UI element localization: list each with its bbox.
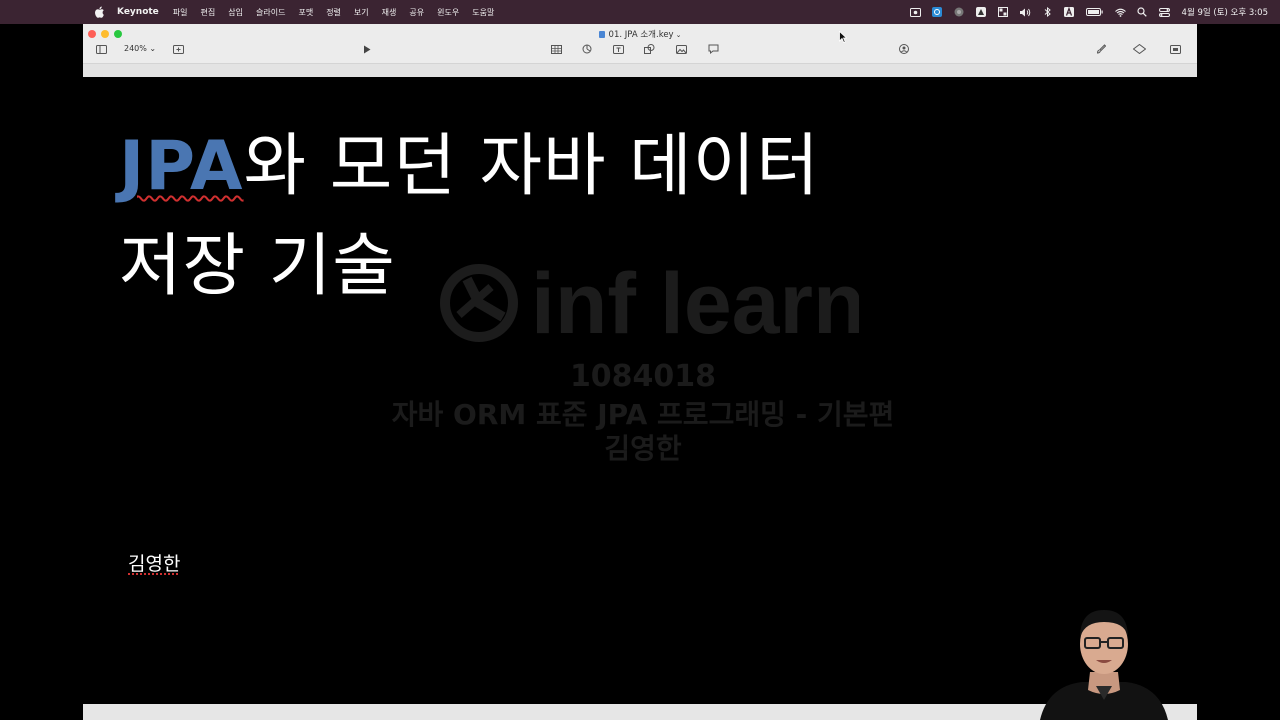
table-insert-button[interactable] [550,43,562,55]
text-insert-button[interactable] [612,43,624,55]
sidebar-toggle-button[interactable] [95,43,107,55]
document-title[interactable]: 01. JPA 소개.key ⌄ [83,28,1197,40]
media-insert-button[interactable] [675,43,687,55]
keynote-document-icon [598,31,605,38]
format-paintbrush-button[interactable] [1095,43,1107,55]
menu-arrange[interactable]: 정렬 [326,7,341,18]
play-button[interactable] [361,43,373,55]
menu-window[interactable]: 윈도우 [437,7,459,18]
screen: Keynote 파일 편집 삽입 슬라이드 포맷 정렬 보기 재생 공유 윈도우… [0,0,1280,720]
status-area: 4월 9일 (토) 오후 3:05 [899,0,1268,24]
control-center-icon[interactable] [1158,7,1170,18]
presenter-webcam-overlay [1040,610,1168,720]
animate-button[interactable] [1132,43,1146,55]
chevron-down-icon: ⌄ [149,44,157,53]
screen-record-icon[interactable] [909,7,921,18]
mouse-cursor-icon [839,31,847,43]
chevron-down-icon: ⌄ [675,31,682,39]
document-inspector-button[interactable] [1169,43,1181,55]
add-slide-button[interactable] [172,43,184,55]
menu-slide[interactable]: 슬라이드 [256,7,285,18]
menu-view[interactable]: 보기 [354,7,369,18]
globe-icon[interactable] [954,7,965,18]
chart-insert-button[interactable] [581,43,593,55]
window-bottom-bar [83,704,1197,720]
app-name-menu[interactable]: Keynote [117,7,159,17]
menu-bar: Keynote 파일 편집 삽입 슬라이드 포맷 정렬 보기 재생 공유 윈도우… [0,0,1280,24]
menu-file[interactable]: 파일 [173,7,188,18]
triangle-app-icon[interactable] [976,7,987,18]
slide-author[interactable]: 김영한 [128,549,180,576]
input-source-icon[interactable] [1064,7,1075,18]
slide-canvas[interactable]: inf learn 1084018 자바 ORM 표준 JPA 프로그래밍 - … [83,77,1197,704]
menu-clock[interactable]: 4월 9일 (토) 오후 3:05 [1182,6,1268,18]
menu-list: 파일 편집 삽입 슬라이드 포맷 정렬 보기 재생 공유 윈도우 도움말 [173,7,508,18]
keynote-window: 01. JPA 소개.key ⌄ 240% ⌄ inf learn 108401… [83,24,1197,720]
window-toolbar: 01. JPA 소개.key ⌄ 240% ⌄ [83,24,1197,64]
collaborate-button[interactable] [898,43,910,55]
menu-help[interactable]: 도움말 [472,7,494,18]
title-line-1: JPA와 모던 자바 데이터 [119,117,919,217]
menu-share[interactable]: 공유 [409,7,424,18]
menu-edit[interactable]: 편집 [201,7,216,18]
zoom-select[interactable]: 240% ⌄ [124,44,156,53]
spotlight-search-icon[interactable] [1137,7,1148,18]
shape-insert-button[interactable] [643,43,655,55]
author-name: 김영한 [128,553,181,575]
title-rest: 와 모던 자바 데이터 [243,127,820,206]
document-title-text: 01. JPA 소개.key [608,30,674,40]
slide-ruler-bar [83,64,1197,77]
menu-play[interactable]: 재생 [382,7,397,18]
battery-icon[interactable] [1086,7,1104,18]
window-layout-icon[interactable] [998,7,1009,18]
watermark-id: 1084018 [569,359,717,394]
slide-title[interactable]: JPA와 모던 자바 데이터 저장 기술 [119,117,919,317]
app-status-icon[interactable] [932,7,943,18]
zoom-value: 240% [124,44,147,53]
title-line-2: 저장 기술 [119,227,396,306]
volume-icon[interactable] [1019,7,1031,18]
menu-format[interactable]: 포맷 [298,7,313,18]
comment-insert-button[interactable] [707,43,719,55]
bluetooth-icon[interactable] [1042,7,1053,18]
apple-menu-icon[interactable] [94,6,106,18]
title-highlight: JPA [119,127,244,206]
menu-insert[interactable]: 삽입 [228,7,243,18]
watermark-name: 김영한 [604,432,682,465]
wifi-icon[interactable] [1114,7,1126,18]
